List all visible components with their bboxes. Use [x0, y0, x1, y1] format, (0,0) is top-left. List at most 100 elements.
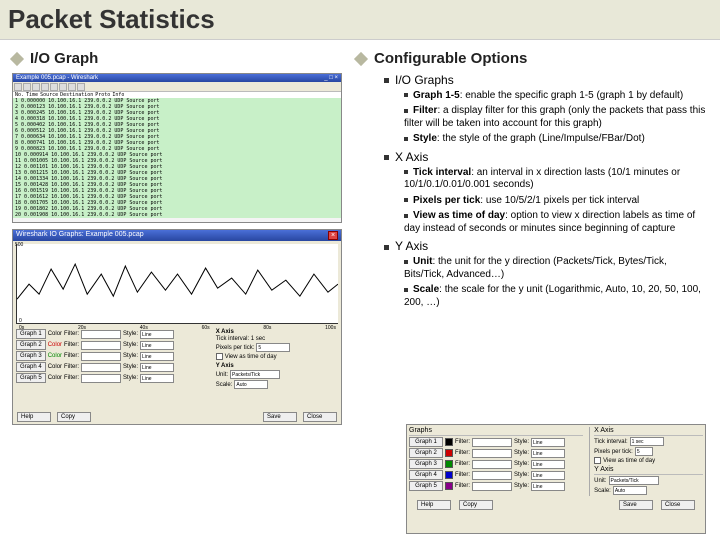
item-bold: View as time of day	[413, 210, 505, 221]
section-xaxis: X Axis	[384, 150, 708, 165]
square-bullet-icon	[404, 137, 408, 141]
toolbar-icon	[77, 83, 85, 91]
graph-toggle[interactable]: Graph 3	[409, 459, 443, 469]
filter-input[interactable]	[81, 341, 121, 350]
style-select[interactable]: Line	[531, 460, 565, 469]
style-select[interactable]: Line	[140, 341, 174, 350]
section-iographs: I/O Graphs	[384, 73, 708, 88]
graph-toggle[interactable]: Graph 5	[16, 373, 46, 383]
style-label: Style:	[123, 375, 138, 381]
tod-checkbox[interactable]	[594, 457, 601, 464]
right-header: Configurable Options	[374, 50, 527, 69]
panel-header: X Axis	[594, 427, 703, 436]
filter-label: Filter:	[455, 461, 470, 467]
graph-toggle[interactable]: Graph 2	[16, 340, 46, 350]
io-graphs-controls-screenshot: Graphs Graph 1Filter:Style:Line Graph 2F…	[406, 424, 706, 534]
unit-label: Unit:	[594, 478, 606, 484]
square-bullet-icon	[384, 78, 389, 83]
list-item: Tick interval: an interval in x directio…	[404, 167, 708, 192]
filter-input[interactable]	[472, 482, 512, 491]
packet-list: No.TimeSourceDestinationProtoInfo 1 0.00…	[13, 92, 341, 218]
style-label: Style:	[514, 439, 529, 445]
filter-label: Filter:	[64, 375, 79, 381]
help-button[interactable]: Help	[417, 500, 451, 510]
item-bold: Tick interval	[413, 167, 471, 178]
list-item: Pixels per tick: use 10/5/2/1 pixels per…	[404, 195, 708, 208]
list-item: Unit: the unit for the y direction (Pack…	[404, 256, 708, 281]
filter-input[interactable]	[472, 471, 512, 480]
graph-toggle[interactable]: Graph 5	[409, 481, 443, 491]
style-label: Style:	[123, 342, 138, 348]
list-item: Graph 1-5: enable the specific graph 1-5…	[404, 90, 708, 103]
panel-header: Y Axis	[594, 466, 703, 475]
item-text: : the style of the graph (Line/Impulse/F…	[437, 133, 645, 144]
item-text: : use 10/5/2/1 pixels per tick interval	[480, 195, 639, 206]
style-select[interactable]: Line	[531, 482, 565, 491]
filter-input[interactable]	[81, 363, 121, 372]
unit-select[interactable]: Packets/Tick	[609, 476, 659, 485]
help-button[interactable]: Help	[17, 412, 51, 422]
color-swatch	[445, 449, 453, 457]
graph-toggle[interactable]: Graph 4	[409, 470, 443, 480]
graph-toggle[interactable]: Graph 1	[409, 437, 443, 447]
section-title: X Axis	[395, 150, 428, 164]
tod-checkbox[interactable]	[216, 353, 223, 360]
style-select[interactable]: Line	[531, 471, 565, 480]
style-select[interactable]: Line	[140, 363, 174, 372]
filter-label: Filter:	[455, 439, 470, 445]
graph-canvas: 500 0 0s 20s 40s 60s 80s 100s	[16, 244, 338, 324]
item-text: : the unit for the y direction (Packets/…	[404, 256, 667, 280]
style-label: Style:	[514, 461, 529, 467]
color-label: Color	[48, 375, 62, 381]
graph-toggle[interactable]: Graph 2	[409, 448, 443, 458]
filter-input[interactable]	[472, 460, 512, 469]
item-bold: Scale	[413, 284, 439, 295]
close-button[interactable]: Close	[303, 412, 337, 422]
graph-toggle[interactable]: Graph 4	[16, 362, 46, 372]
pix-select[interactable]: 5	[256, 343, 290, 352]
square-bullet-icon	[384, 245, 389, 250]
dialog-buttons: Help Copy Save Close	[13, 410, 341, 424]
graphs-panel: Graphs Graph 1Filter:Style:Line Graph 2F…	[409, 427, 583, 496]
graphs-panel: Graph 1ColorFilter:Style:Line Graph 2Col…	[16, 329, 212, 408]
filter-input[interactable]	[81, 352, 121, 361]
style-select[interactable]: Line	[531, 449, 565, 458]
tick-select[interactable]: 1 sec	[630, 437, 664, 446]
wireshark-main-screenshot: Example 005.pcap - Wireshark _ □ × No.Ti…	[12, 73, 342, 223]
filter-input[interactable]	[81, 374, 121, 383]
section-title: Y Axis	[395, 239, 428, 253]
close-button[interactable]: Close	[661, 500, 695, 510]
filter-input[interactable]	[472, 449, 512, 458]
pix-select[interactable]: 5	[635, 447, 653, 456]
style-select[interactable]: Line	[531, 438, 565, 447]
item-text: : a display filter for this graph (only …	[404, 105, 705, 129]
xtick: 40s	[140, 325, 148, 331]
square-bullet-icon	[404, 93, 408, 97]
style-select[interactable]: Line	[140, 352, 174, 361]
tick-interval: Tick interval: 1 sec	[216, 336, 265, 342]
save-button[interactable]: Save	[619, 500, 653, 510]
graph-toggle[interactable]: Graph 3	[16, 351, 46, 361]
copy-button[interactable]: Copy	[57, 412, 91, 422]
save-button[interactable]: Save	[263, 412, 297, 422]
square-bullet-icon	[404, 198, 408, 202]
color-swatch	[445, 438, 453, 446]
list-item: Filter: a display filter for this graph …	[404, 105, 708, 130]
right-header-row: Configurable Options	[356, 50, 708, 69]
style-select[interactable]: Line	[140, 374, 174, 383]
toolbar-icon	[23, 83, 31, 91]
scale-select[interactable]: Auto	[613, 486, 647, 495]
scale-select[interactable]: Auto	[234, 380, 268, 389]
style-label: Style:	[514, 483, 529, 489]
copy-button[interactable]: Copy	[459, 500, 493, 510]
filter-input[interactable]	[472, 438, 512, 447]
dialog-buttons: Help Copy Save Close	[409, 498, 703, 512]
list-item: Style: the style of the graph (Line/Impu…	[404, 133, 708, 146]
square-bullet-icon	[404, 214, 408, 218]
color-swatch	[445, 471, 453, 479]
left-header-row: I/O Graph	[12, 50, 342, 67]
style-label: Style:	[514, 472, 529, 478]
unit-select[interactable]: Packets/Tick	[230, 370, 280, 379]
item-bold: Style	[413, 133, 437, 144]
square-bullet-icon	[404, 109, 408, 113]
